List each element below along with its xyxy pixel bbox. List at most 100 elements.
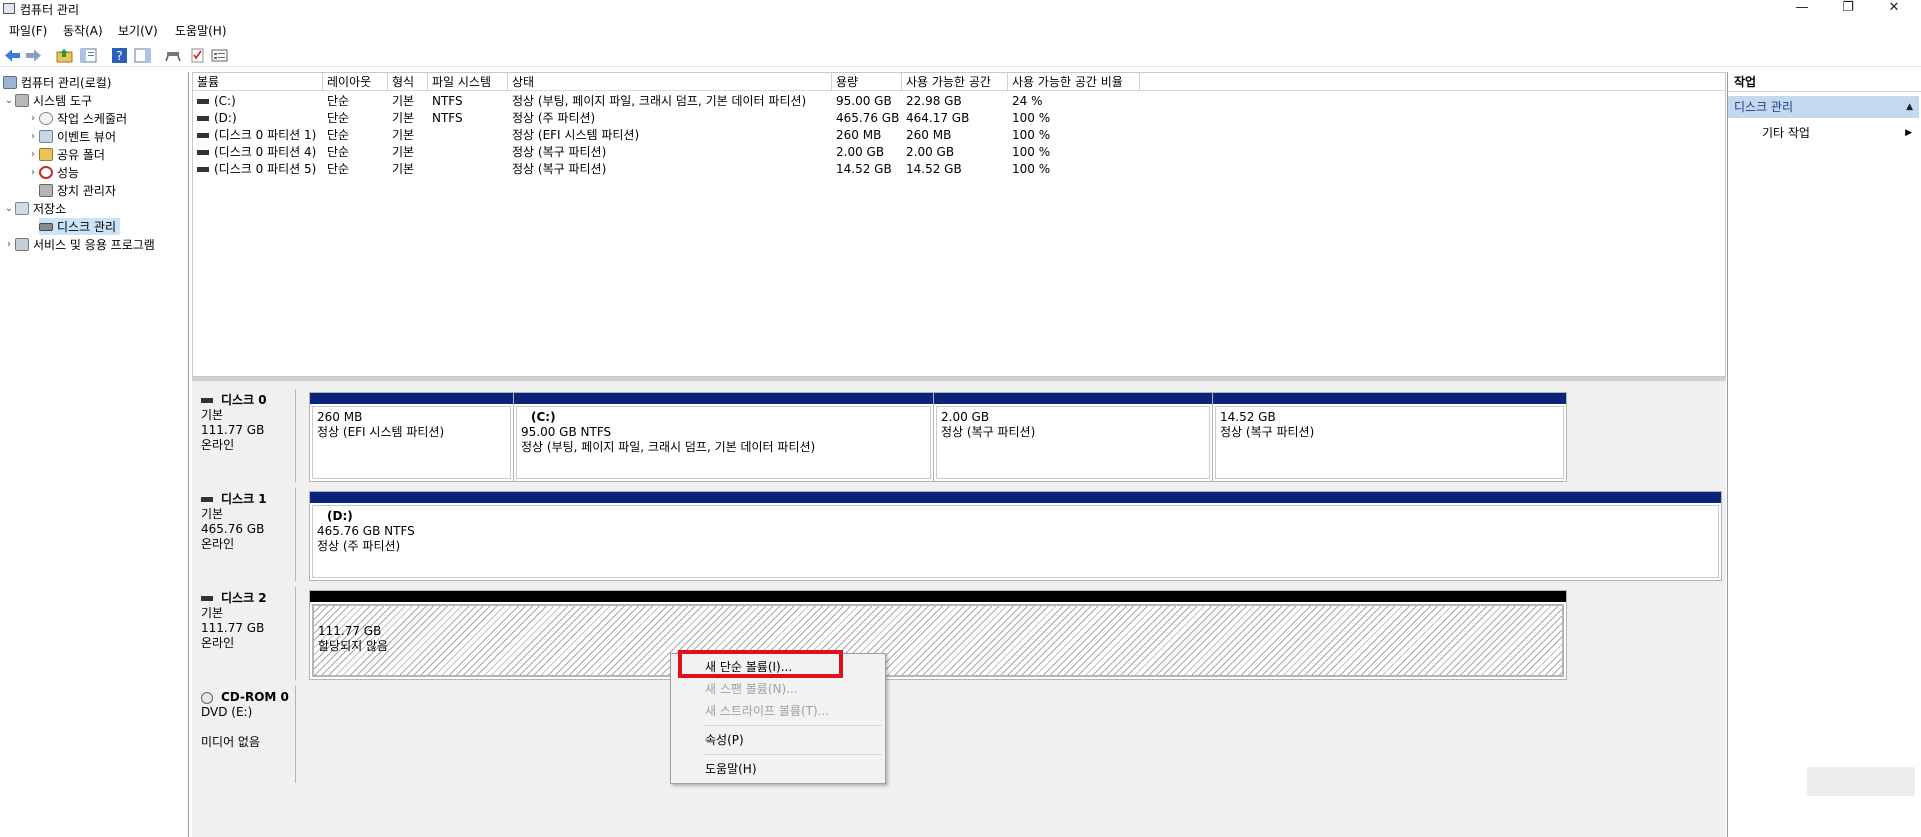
volume-filesystem [428,161,432,178]
partition-bar [310,393,513,404]
volume-row[interactable]: (D:) 단순 기본 NTFS 정상 (주 파티션) 465.76 GB 464… [193,110,1725,127]
column-header-filesystem[interactable]: 파일 시스템 [428,73,508,91]
actions-section-disk-management[interactable]: 디스크 관리 ▲ [1728,96,1919,118]
tree-node-system-tools[interactable]: ⌄ 시스템 도구 [3,92,92,109]
tree-node-task-scheduler[interactable]: › 작업 스케줄러 [27,110,127,127]
menu-action[interactable]: 동작(A) [63,22,103,39]
chevron-down-icon[interactable]: ⌄ [3,95,15,106]
volume-icon [197,133,209,138]
actions-header: 작업 [1728,72,1921,92]
volume-row[interactable]: (디스크 0 파티션 4) 단순 기본 정상 (복구 파티션) 2.00 GB … [193,144,1725,161]
menu-item-new-spanned-volume[interactable]: 새 스팬 볼륨(N)... [672,679,884,700]
column-header-free-percent[interactable]: 사용 가능한 공간 비율 [1008,73,1140,91]
menu-item-help[interactable]: 도움말(H) [672,759,884,780]
menu-view[interactable]: 보기(V) [118,22,158,39]
tree-node-disk-management[interactable]: 디스크 관리 [39,218,121,235]
unallocated-space[interactable]: 111.77 GB 할당되지 않음 [309,590,1567,680]
column-header-free-space[interactable]: 사용 가능한 공간 [902,73,1008,91]
minimize-button[interactable]: — [1779,0,1825,17]
computer-management-icon [3,3,15,14]
tree-node-label: 시스템 도구 [33,94,93,108]
partition-recovery-4[interactable]: 2.00 GB 정상 (복구 파티션) [933,392,1213,482]
volume-filesystem [428,144,432,161]
menu-item-new-striped-volume[interactable]: 새 스트라이프 볼륨(T)... [672,701,884,722]
disk-state: 온라인 [201,636,235,650]
chevron-right-icon[interactable]: › [27,167,39,178]
partition-d[interactable]: (D:) 465.76 GB NTFS 정상 (주 파티션) [309,491,1722,581]
disk-size: 465.76 GB [201,522,265,536]
menu-separator [704,725,882,726]
partition-status: 정상 (복구 파티션) [1220,425,1315,439]
chevron-down-icon[interactable]: ⌄ [3,203,15,214]
action-pane-icon[interactable] [134,48,151,63]
back-icon[interactable] [4,48,21,63]
title-bar: 컴퓨터 관리 — ❐ ✕ [0,0,1921,17]
disk-icon [201,596,213,601]
partition-recovery-5[interactable]: 14.52 GB 정상 (복구 파티션) [1212,392,1567,482]
volume-type: 기본 [392,145,415,159]
partition-c[interactable]: (C:) 95.00 GB NTFS 정상 (부팅, 페이지 파일, 크래시 덤… [513,392,934,482]
cdrom-0-label[interactable]: CD-ROM 0 DVD (E:) 미디어 없음 [195,686,296,783]
volume-row[interactable]: (디스크 0 파티션 1) 단순 기본 정상 (EFI 시스템 파티션) 260… [193,127,1725,144]
volume-free-percent: 100 % [1012,145,1051,159]
chevron-right-icon[interactable]: › [3,239,15,250]
restore-button[interactable]: ❐ [1825,0,1871,17]
volume-layout: 단순 [327,145,350,159]
unallocated-bar [310,591,1566,602]
partition-size: 2.00 GB [941,410,990,424]
menu-file[interactable]: 파일(F) [9,22,47,39]
column-header-capacity[interactable]: 용량 [832,73,902,91]
clock-icon [39,112,53,125]
volume-status: 정상 (복구 파티션) [512,145,607,159]
show-hide-tree-icon[interactable] [80,48,97,63]
volume-row[interactable]: (디스크 0 파티션 5) 단순 기본 정상 (복구 파티션) 14.52 GB… [193,161,1725,178]
tree-node-performance[interactable]: › 성능 [27,164,79,181]
chevron-right-icon[interactable]: › [27,113,39,124]
properties-icon[interactable] [211,48,228,63]
partition-bar [310,492,1721,503]
volume-icon [197,150,209,155]
chevron-right-icon[interactable]: › [27,149,39,160]
menu-item-new-simple-volume[interactable]: 새 단순 볼륨(I)... [672,657,884,678]
disk-graphical-view: 디스크 0 기본 111.77 GB 온라인 260 MB 정상 (EFI 시스… [192,381,1726,837]
volume-free-percent: 100 % [1012,111,1051,125]
partition-efi[interactable]: 260 MB 정상 (EFI 시스템 파티션) [309,392,514,482]
close-button[interactable]: ✕ [1871,0,1917,17]
checklist-icon[interactable] [189,48,206,63]
column-header-layout[interactable]: 레이아웃 [323,73,388,91]
collapse-up-icon[interactable]: ▲ [1906,96,1913,118]
disk-name: 디스크 1 [221,492,267,506]
tree-node-computer-management[interactable]: 컴퓨터 관리(로컬) [3,74,111,91]
disk-2-label[interactable]: 디스크 2 기본 111.77 GB 온라인 [195,587,296,680]
disk-icon [39,222,53,231]
tree-node-event-viewer[interactable]: › 이벤트 뷰어 [27,128,116,145]
disk-name: 디스크 2 [221,591,267,605]
shared-folder-icon [39,148,53,161]
column-header-status[interactable]: 상태 [508,73,832,91]
volume-row[interactable]: (C:) 단순 기본 NTFS 정상 (부팅, 페이지 파일, 크래시 덤프, … [193,93,1725,110]
tree-node-shared-folders[interactable]: › 공유 폴더 [27,146,105,163]
partition-bar [934,393,1212,404]
watermark [1807,767,1915,796]
cdrom-icon [201,691,213,704]
connect-icon[interactable] [165,48,182,63]
menu-help[interactable]: 도움말(H) [175,22,227,39]
forward-icon[interactable] [25,48,42,63]
partition-size: 260 MB [317,410,363,424]
disk-0-label[interactable]: 디스크 0 기본 111.77 GB 온라인 [195,389,296,482]
column-header-type[interactable]: 형식 [388,73,428,91]
storage-icon [15,202,29,215]
up-folder-icon[interactable] [56,48,73,63]
partition-status: 정상 (주 파티션) [317,539,401,553]
tree-node-storage[interactable]: ⌄ 저장소 [3,200,66,217]
more-actions-item[interactable]: 기타 작업 ▶ [1762,124,1912,142]
menu-item-properties[interactable]: 속성(P) [672,730,884,751]
tree-node-device-manager[interactable]: 장치 관리자 [39,182,116,199]
volume-name: (C:) [214,94,236,108]
help-icon[interactable]: ? [111,48,128,63]
performance-icon [39,166,53,179]
tree-node-services-applications[interactable]: › 서비스 및 응용 프로그램 [3,236,155,253]
chevron-right-icon[interactable]: › [27,131,39,142]
disk-1-label[interactable]: 디스크 1 기본 465.76 GB 온라인 [195,488,296,581]
column-header-volume[interactable]: 볼륨 [193,73,323,91]
